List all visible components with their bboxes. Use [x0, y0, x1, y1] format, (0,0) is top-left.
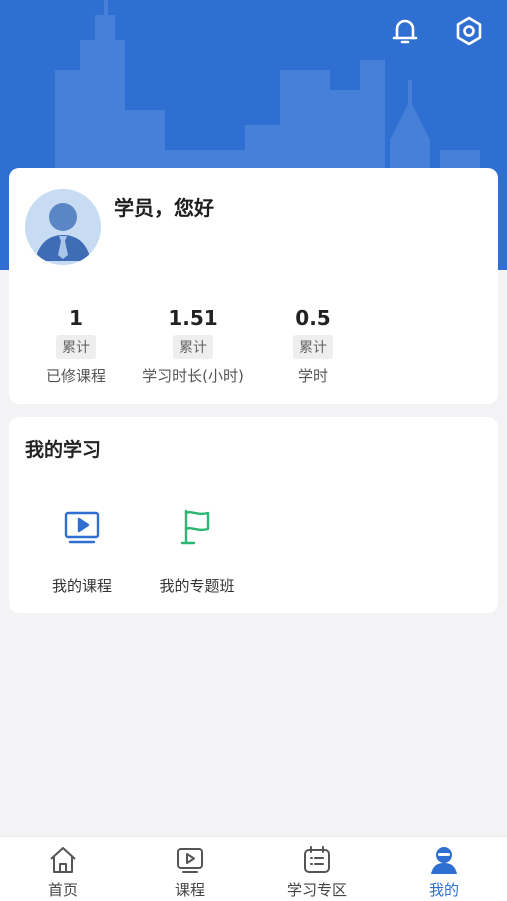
video-course-icon	[60, 505, 104, 549]
stat-completed-courses[interactable]: 1 累计 已修课程	[21, 305, 131, 386]
stat-value: 1.51	[168, 306, 218, 330]
tab-home[interactable]: 首页	[0, 843, 126, 900]
stat-tag: 累计	[56, 335, 96, 359]
stat-value: 0.5	[295, 306, 331, 330]
my-topic-class-entry[interactable]: 我的专题班	[152, 505, 242, 596]
list-icon	[300, 843, 334, 877]
entry-label: 我的课程	[51, 577, 112, 595]
bell-icon[interactable]	[388, 14, 422, 48]
play-icon	[173, 843, 207, 877]
stat-credit-hours[interactable]: 0.5 累计 学时	[258, 305, 368, 386]
tab-label: 课程	[174, 881, 205, 899]
section-title: 我的学习	[25, 439, 102, 461]
bottom-tab-bar: 首页 课程 学习专区 我的	[0, 836, 507, 901]
stat-value: 1	[69, 306, 83, 330]
tab-courses[interactable]: 课程	[127, 843, 253, 900]
greeting-text: 学员，您好	[114, 196, 214, 220]
user-icon	[427, 843, 461, 877]
stat-label: 已修课程	[45, 367, 106, 385]
tab-study-zone[interactable]: 学习专区	[254, 843, 380, 900]
tab-label: 我的	[428, 881, 459, 899]
tab-label: 学习专区	[286, 881, 347, 899]
avatar[interactable]	[25, 189, 101, 265]
stat-label: 学时	[297, 367, 328, 385]
stat-study-hours[interactable]: 1.51 累计 学习时长(小时)	[138, 305, 248, 386]
stat-tag: 累计	[173, 335, 213, 359]
my-courses-entry[interactable]: 我的课程	[47, 505, 117, 596]
entry-label: 我的专题班	[159, 577, 235, 595]
profile-card: 学员，您好 1 累计 已修课程 1.51 累计 学习时长(小时) 0.5 累计 …	[9, 168, 498, 404]
gear-icon[interactable]	[452, 14, 486, 48]
flag-icon	[175, 505, 219, 549]
tab-mine[interactable]: 我的	[381, 843, 507, 900]
stat-label: 学习时长(小时)	[142, 367, 244, 385]
home-icon	[46, 843, 80, 877]
tab-label: 首页	[47, 881, 78, 899]
my-study-card: 我的学习 我的课程 我的专题班	[9, 417, 498, 613]
stat-tag: 累计	[293, 335, 333, 359]
